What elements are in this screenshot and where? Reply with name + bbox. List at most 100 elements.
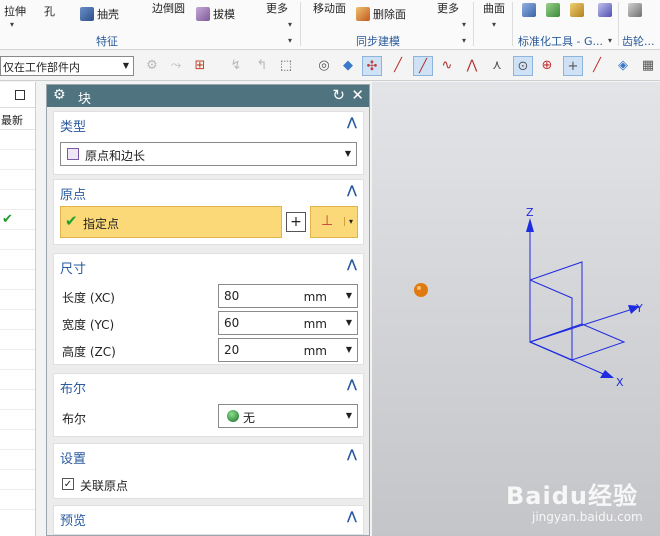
pick-icon[interactable]: ⤳ [166, 56, 186, 76]
chevron-up-icon[interactable]: ⋀ [347, 183, 357, 197]
table-row[interactable] [0, 250, 35, 270]
section-title-boolean: 布尔 [60, 382, 87, 397]
snap-icon[interactable]: ↯ [226, 56, 246, 76]
table-row[interactable] [0, 470, 35, 490]
quadrant-icon[interactable]: ⊕ [537, 56, 557, 76]
chevron-down-icon[interactable]: ▾ [492, 20, 496, 29]
table-row[interactable] [0, 410, 35, 430]
chevron-down-icon[interactable]: ▼ [346, 291, 352, 300]
x-axis-label: X [616, 376, 624, 389]
chevron-down-icon[interactable]: ▾ [608, 36, 612, 45]
reset-icon[interactable]: ↻ [332, 86, 345, 104]
end-point-icon[interactable]: ╱ [388, 56, 408, 76]
chevron-up-icon[interactable]: ⋀ [347, 257, 357, 271]
edge-blend-button[interactable]: 边倒圆 [152, 0, 185, 16]
height-input[interactable]: 20 mm ▼ [218, 338, 358, 362]
point-on-curve-icon[interactable]: ╱ [587, 56, 607, 76]
chevron-down-icon[interactable]: ▼ [346, 318, 352, 327]
table-row[interactable]: ✔ [0, 210, 35, 230]
nut-icon[interactable] [570, 3, 584, 17]
table-row[interactable] [0, 130, 35, 150]
table-row[interactable] [0, 170, 35, 190]
graphics-viewport[interactable]: Z Y X Baidu经验 jingyan.baidu.com [372, 82, 660, 536]
table-row[interactable] [0, 450, 35, 470]
filter-icon[interactable]: ⚙ [142, 56, 162, 76]
type-dropdown[interactable]: 原点和边长 ▼ [60, 142, 357, 166]
chevron-down-icon: ▼ [122, 61, 129, 70]
table-row[interactable] [0, 490, 35, 510]
snap-alt-icon[interactable]: ↰ [252, 56, 272, 76]
dialog-title-bar[interactable]: ⚙ 块 ↻ ✕ [47, 85, 369, 107]
table-row[interactable] [0, 190, 35, 210]
table-row[interactable] [0, 370, 35, 390]
chevron-down-icon[interactable]: ▾ [462, 36, 466, 45]
chevron-down-icon[interactable]: ▾ [288, 36, 292, 45]
move-face-button[interactable]: 移动面 [313, 0, 346, 16]
boolean-dropdown[interactable]: 无 ▼ [218, 404, 358, 428]
standard-part-icon[interactable] [522, 3, 536, 17]
table-row[interactable] [0, 430, 35, 450]
control-point-icon[interactable]: ⋀ [462, 56, 482, 76]
chevron-down-icon[interactable]: ▾ [462, 20, 466, 29]
bounded-grid-icon[interactable]: ▦ [638, 56, 658, 76]
table-row[interactable] [0, 150, 35, 170]
table-row[interactable] [0, 330, 35, 350]
check-icon: ✔ [65, 212, 78, 230]
boolean-none-icon [227, 410, 239, 422]
bolt-icon[interactable] [546, 3, 560, 17]
inferred-point-dropdown[interactable]: ⊥ ▾ [310, 206, 358, 238]
box-select-icon[interactable]: ⬚ [276, 56, 296, 76]
selection-scope-dropdown[interactable]: 仅在工作部件内 ▼ [0, 56, 134, 76]
length-input[interactable]: 80 mm ▼ [218, 284, 358, 308]
table-row[interactable] [0, 270, 35, 290]
chevron-up-icon[interactable]: ⋀ [347, 115, 357, 129]
point-dialog-button[interactable]: + [286, 212, 306, 232]
select-all-icon[interactable]: ⊞ [190, 56, 210, 76]
extrude-button[interactable]: 拉伸 [4, 3, 26, 19]
chevron-down-icon: ▾ [343, 217, 353, 226]
point-on-face-icon[interactable]: ◈ [613, 56, 633, 76]
width-input[interactable]: 60 mm ▼ [218, 311, 358, 335]
associative-origin-checkbox[interactable]: ✓ [62, 478, 74, 490]
chevron-up-icon[interactable]: ⋀ [347, 377, 357, 391]
shade-icon[interactable]: ◆ [338, 56, 358, 76]
gear-tool-icon[interactable] [628, 3, 642, 17]
maximize-icon[interactable] [15, 90, 25, 100]
delete-face-button[interactable]: 删除面 [356, 6, 406, 22]
table-row[interactable] [0, 390, 35, 410]
chevron-down-icon[interactable]: ▾ [288, 20, 292, 29]
shell-button[interactable]: 抽壳 [80, 6, 119, 22]
gear-icon[interactable]: ⚙ [53, 87, 66, 103]
more-button-feature[interactable]: 更多 [266, 0, 288, 16]
intersection-icon[interactable]: ⋏ [487, 56, 507, 76]
arc-center-icon[interactable]: ⊙ [513, 56, 533, 76]
associative-origin-label: 关联原点 [80, 479, 129, 493]
curve-point-icon[interactable]: ∿ [437, 56, 457, 76]
more-button-sync[interactable]: 更多 [437, 0, 459, 16]
chevron-down-icon[interactable]: ▼ [346, 345, 352, 354]
table-row[interactable] [0, 290, 35, 310]
length-label: 长度 (XC) [62, 291, 115, 305]
divider [300, 2, 301, 46]
hole-button[interactable]: 孔 [44, 3, 55, 19]
origin-point-marker[interactable] [414, 283, 428, 297]
table-row[interactable] [0, 350, 35, 370]
draft-button[interactable]: 拔模 [196, 6, 235, 22]
close-icon[interactable]: ✕ [351, 86, 364, 104]
table-row[interactable] [0, 230, 35, 250]
section-title-type: 类型 [60, 120, 87, 135]
view-icon[interactable]: ◎ [314, 56, 334, 76]
chevron-down-icon[interactable]: ▾ [10, 20, 14, 29]
mid-point-icon[interactable]: ╱ [413, 56, 433, 76]
chevron-up-icon[interactable]: ⋀ [347, 509, 357, 523]
point-snap-icon[interactable]: ✣ [362, 56, 382, 76]
width-label: 宽度 (YC) [62, 318, 115, 332]
library-icon[interactable] [598, 3, 612, 17]
specify-point-row[interactable]: ✔ 指定点 [60, 206, 282, 238]
table-row[interactable] [0, 310, 35, 330]
z-arrow-icon [526, 218, 534, 232]
chevron-up-icon[interactable]: ⋀ [347, 447, 357, 461]
group-label-feature: 特征 [96, 35, 118, 48]
surface-button[interactable]: 曲面 [483, 0, 505, 16]
existing-point-icon[interactable]: + [563, 56, 583, 76]
